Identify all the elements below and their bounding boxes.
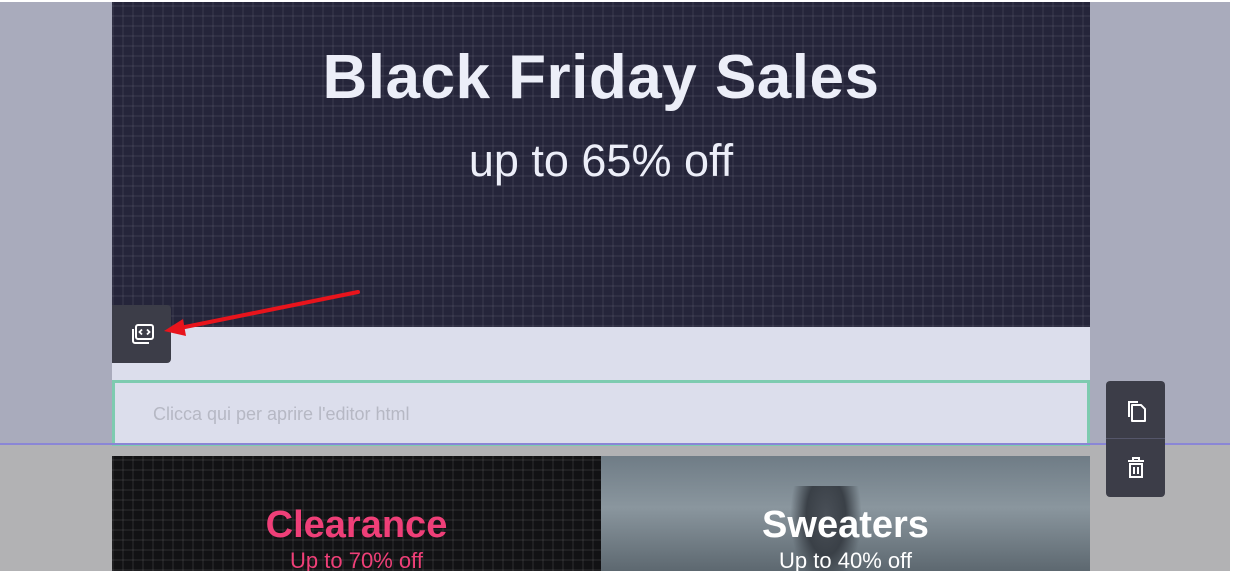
annotation-arrow	[164, 290, 360, 336]
